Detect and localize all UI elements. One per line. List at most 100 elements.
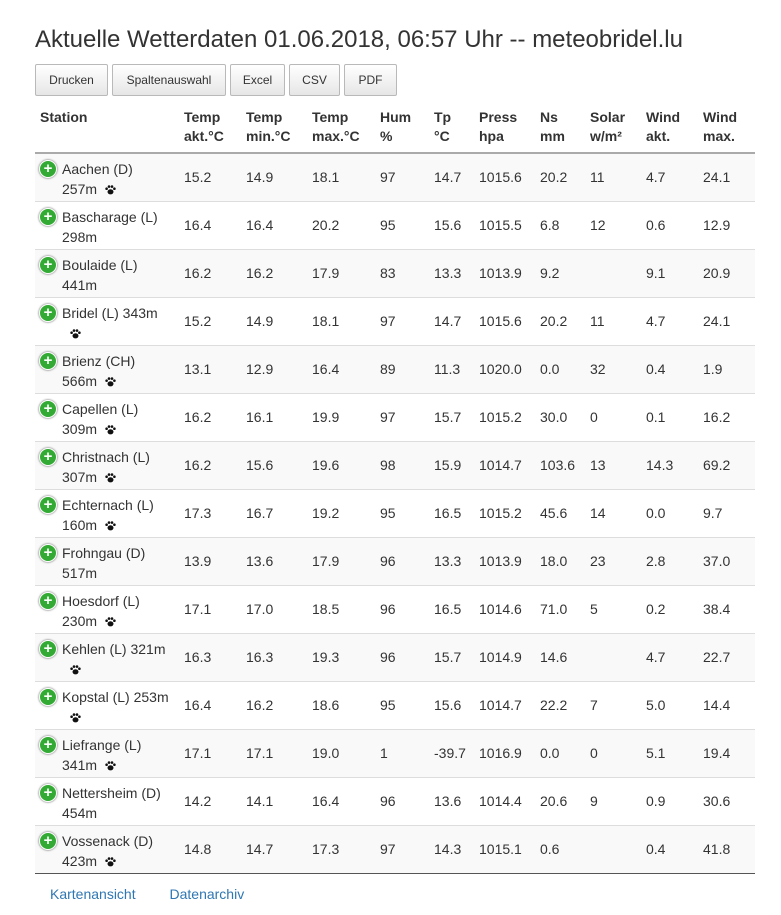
print-button[interactable]: Drucken xyxy=(35,64,108,96)
table-row: + Hoesdorf (L) 230m 17.1 17.0 18.5 96 16.5 1014.… xyxy=(35,585,755,634)
col-header-temp-max[interactable]: Temp max.°C xyxy=(307,104,375,154)
temp-min-cell: 16.4 xyxy=(241,201,307,250)
solar-cell: 14 xyxy=(585,489,641,538)
temp-min-cell: 13.6 xyxy=(241,537,307,586)
expand-row-icon[interactable]: + xyxy=(39,447,57,466)
pressure-cell: 1015.6 xyxy=(474,153,535,202)
wind-current-cell: 0.1 xyxy=(641,393,698,442)
humidity-cell: 95 xyxy=(375,681,429,730)
expand-row-icon[interactable]: + xyxy=(39,591,57,610)
precipitation-cell: 0.0 xyxy=(535,729,585,778)
solar-cell: 23 xyxy=(585,537,641,586)
precipitation-cell: 30.0 xyxy=(535,393,585,442)
humidity-cell: 97 xyxy=(375,297,429,346)
humidity-cell: 97 xyxy=(375,153,429,202)
wind-current-cell: 14.3 xyxy=(641,441,698,490)
excel-button[interactable]: Excel xyxy=(230,64,285,96)
expand-row-icon[interactable]: + xyxy=(39,639,57,658)
dewpoint-cell: 11.3 xyxy=(429,345,474,394)
station-name: Kopstal (L) 253m xyxy=(62,687,177,727)
pdf-button[interactable]: PDF xyxy=(344,64,397,96)
temp-current-cell: 17.3 xyxy=(179,489,241,538)
station-name: Hoesdorf (L) 230m xyxy=(62,592,140,629)
expand-row-icon[interactable]: + xyxy=(39,783,57,802)
expand-row-icon[interactable]: + xyxy=(39,399,57,418)
column-select-button[interactable]: Spaltenauswahl xyxy=(112,64,226,96)
table-row: + Aachen (D) 257m 15.2 14.9 18.1 97 14.7 1015.6 2… xyxy=(35,153,755,202)
precipitation-cell: 14.6 xyxy=(535,633,585,682)
col-header-precipitation[interactable]: Ns mm xyxy=(535,104,585,154)
temp-current-cell: 13.9 xyxy=(179,537,241,586)
humidity-cell: 96 xyxy=(375,537,429,586)
wind-max-cell: 24.1 xyxy=(698,153,755,202)
col-header-dewpoint[interactable]: Tp °C xyxy=(429,104,474,154)
solar-cell xyxy=(585,633,641,682)
temp-current-cell: 16.4 xyxy=(179,201,241,250)
precipitation-cell: 20.2 xyxy=(535,153,585,202)
wind-max-cell: 16.2 xyxy=(698,393,755,442)
dewpoint-cell: 13.3 xyxy=(429,249,474,298)
temp-max-cell: 19.2 xyxy=(307,489,375,538)
table-row: + Boulaide (L) 441m 16.2 16.2 17.9 83 13.3 1013.… xyxy=(35,249,755,298)
temp-current-cell: 16.2 xyxy=(179,249,241,298)
temp-current-cell: 14.8 xyxy=(179,825,241,874)
expand-row-icon[interactable]: + xyxy=(39,207,57,226)
expand-row-icon[interactable]: + xyxy=(39,303,57,322)
expand-row-icon[interactable]: + xyxy=(39,687,57,706)
csv-button[interactable]: CSV xyxy=(289,64,340,96)
col-header-humidity[interactable]: Hum% xyxy=(375,104,429,154)
col-header-wind-current[interactable]: Wind akt. xyxy=(641,104,698,154)
pressure-cell: 1013.9 xyxy=(474,537,535,586)
wind-current-cell: 0.0 xyxy=(641,489,698,538)
table-body: + Aachen (D) 257m 15.2 14.9 18.1 97 14.7 1015.6 2… xyxy=(35,153,755,874)
expand-row-icon[interactable]: + xyxy=(39,735,57,754)
col-header-wind-max[interactable]: Wind max. xyxy=(698,104,755,154)
station-name: Christnach (L) 307m xyxy=(62,448,150,485)
wind-max-cell: 1.9 xyxy=(698,345,755,394)
pressure-cell: 1014.6 xyxy=(474,585,535,634)
table-row: + Liefrange (L) 341m 17.1 17.1 19.0 1 -39.7 1016… xyxy=(35,729,755,778)
temp-current-cell: 17.1 xyxy=(179,585,241,634)
temp-max-cell: 16.4 xyxy=(307,345,375,394)
expand-row-icon[interactable]: + xyxy=(39,495,57,514)
page-title: Aktuelle Wetterdaten 01.06.2018, 06:57 U… xyxy=(35,26,683,53)
expand-row-icon[interactable]: + xyxy=(39,543,57,562)
col-header-temp-min[interactable]: Temp min.°C xyxy=(241,104,307,154)
temp-min-cell: 16.2 xyxy=(241,249,307,298)
station-name: Capellen (L) 309m xyxy=(62,400,139,437)
wind-max-cell: 22.7 xyxy=(698,633,755,682)
table-row: + Brienz (CH) 566m 13.1 12.9 16.4 89 11.3 1020.0… xyxy=(35,345,755,394)
expand-row-icon[interactable]: + xyxy=(39,160,57,178)
paw-icon xyxy=(70,713,81,723)
station-name: Bridel (L) 343m xyxy=(62,303,177,343)
temp-min-cell: 14.9 xyxy=(241,297,307,346)
col-header-temp-current[interactable]: Temp akt.°C xyxy=(179,104,241,154)
solar-cell: 11 xyxy=(585,297,641,346)
col-header-solar[interactable]: Solar w/m² xyxy=(585,104,641,154)
col-header-pressure[interactable]: Press hpa xyxy=(474,104,535,154)
dewpoint-cell: 16.5 xyxy=(429,585,474,634)
expand-row-icon[interactable]: + xyxy=(39,831,57,850)
station-cell: + Aachen (D) 257m xyxy=(35,153,179,202)
temp-max-cell: 18.5 xyxy=(307,585,375,634)
humidity-cell: 1 xyxy=(375,729,429,778)
dewpoint-cell: 15.6 xyxy=(429,201,474,250)
pressure-cell: 1015.6 xyxy=(474,297,535,346)
solar-cell: 7 xyxy=(585,681,641,730)
wind-current-cell: 0.4 xyxy=(641,345,698,394)
expand-row-icon[interactable]: + xyxy=(39,255,57,274)
humidity-cell: 96 xyxy=(375,777,429,826)
pressure-cell: 1014.7 xyxy=(474,681,535,730)
col-header-station[interactable]: Station xyxy=(35,104,179,154)
station-cell: + Bascharage (L) 298m xyxy=(35,201,179,250)
temp-min-cell: 16.7 xyxy=(241,489,307,538)
temp-current-cell: 16.3 xyxy=(179,633,241,682)
station-cell: + Hoesdorf (L) 230m xyxy=(35,585,179,634)
humidity-cell: 95 xyxy=(375,201,429,250)
expand-row-icon[interactable]: + xyxy=(39,351,57,370)
pressure-cell: 1014.4 xyxy=(474,777,535,826)
paw-icon xyxy=(105,425,116,435)
temp-max-cell: 19.6 xyxy=(307,441,375,490)
data-archive-link[interactable]: Datenarchiv xyxy=(170,886,245,902)
map-view-link[interactable]: Kartenansicht xyxy=(50,886,136,902)
